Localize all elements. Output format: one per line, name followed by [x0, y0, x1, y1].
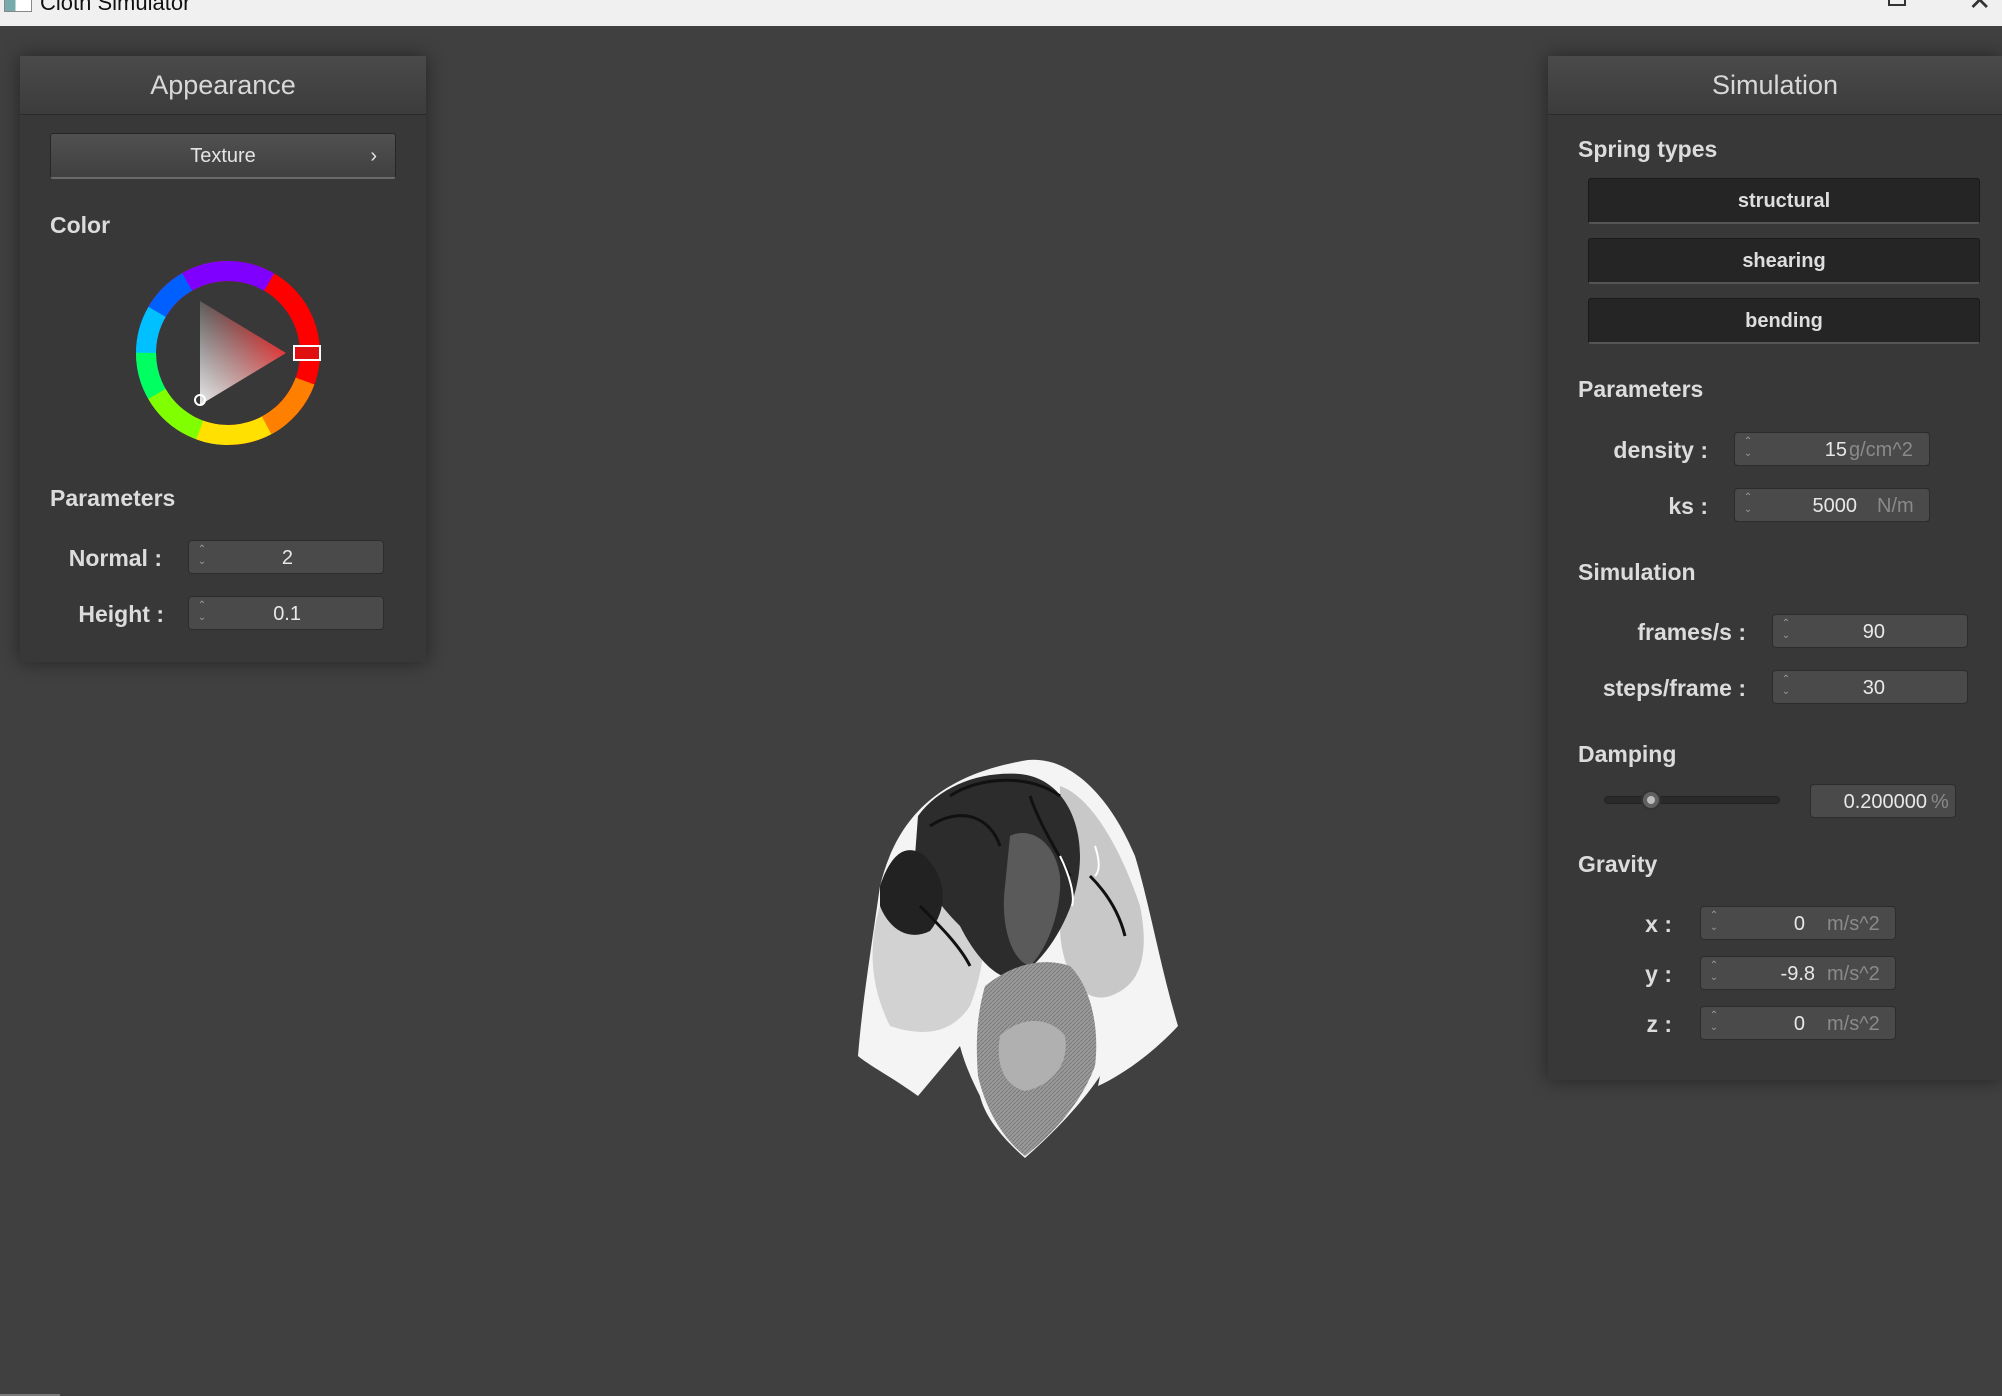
- shearing-button[interactable]: shearing: [1588, 238, 1980, 284]
- density-value: 15: [1824, 439, 1847, 461]
- frames-per-s-spinbox[interactable]: ⌃ ⌄ 90: [1772, 614, 1968, 648]
- height-spinbox[interactable]: ⌃ ⌄ 0.1: [188, 596, 384, 630]
- maximize-icon[interactable]: [1888, 0, 1906, 6]
- gravity-x-spinbox[interactable]: ⌃ ⌄ 0 m/s^2: [1700, 906, 1896, 940]
- title-bar: Cloth Simulator ✕: [0, 0, 2002, 26]
- height-value: 0.1: [273, 603, 301, 625]
- gravity-x-label: x :: [1645, 911, 1672, 937]
- spring-types-title: Spring types: [1578, 136, 1718, 162]
- ks-unit: N/m: [1877, 495, 1914, 517]
- appearance-panel-header[interactable]: Appearance: [20, 56, 426, 115]
- gravity-x-value: 0: [1793, 913, 1805, 935]
- gravity-y-unit: m/s^2: [1827, 963, 1880, 985]
- damping-value: 0.200000: [1843, 791, 1927, 813]
- ks-label: ks :: [1668, 493, 1708, 519]
- damping-field[interactable]: 0.200000 %: [1810, 784, 1956, 818]
- simulation-section-title: Simulation: [1578, 559, 1696, 585]
- frames-per-s-label: frames/s :: [1637, 619, 1746, 645]
- close-icon[interactable]: ✕: [1968, 0, 1991, 17]
- steps-per-frame-spinbox[interactable]: ⌃ ⌄ 30: [1772, 670, 1968, 704]
- gravity-title: Gravity: [1578, 851, 1658, 877]
- app-window-icon: [4, 0, 32, 12]
- gravity-x-unit: m/s^2: [1827, 913, 1880, 935]
- density-spinbox[interactable]: ⌃ ⌄ 15 g/cm^2: [1734, 432, 1930, 466]
- steps-per-frame-value: 30: [1862, 677, 1885, 699]
- gravity-z-unit: m/s^2: [1827, 1013, 1880, 1035]
- gravity-z-label: z :: [1646, 1011, 1672, 1037]
- structural-button[interactable]: structural: [1588, 178, 1980, 224]
- hue-handle[interactable]: [293, 345, 321, 361]
- gravity-y-label: y :: [1645, 961, 1672, 987]
- gravity-z-value: 0: [1793, 1013, 1805, 1035]
- height-label: Height :: [78, 601, 164, 627]
- texture-button[interactable]: Texture ›: [50, 133, 396, 179]
- gravity-y-spinbox[interactable]: ⌃ ⌄ -9.8 m/s^2: [1700, 956, 1896, 990]
- normal-spinbox[interactable]: ⌃ ⌄ 2: [188, 540, 384, 574]
- color-section-title: Color: [50, 212, 111, 238]
- ks-value: 5000: [1812, 495, 1858, 517]
- sim-parameters-title: Parameters: [1578, 376, 1704, 402]
- color-wheel[interactable]: [128, 253, 328, 453]
- simulation-panel-header[interactable]: Simulation: [1548, 56, 2002, 115]
- gravity-y-value: -9.8: [1780, 963, 1815, 985]
- normal-value: 2: [281, 547, 293, 569]
- gravity-z-spinbox[interactable]: ⌃ ⌄ 0 m/s^2: [1700, 1006, 1896, 1040]
- damping-slider-track[interactable]: [1604, 796, 1780, 804]
- damping-slider[interactable]: [1604, 789, 1780, 811]
- density-label: density :: [1613, 437, 1708, 463]
- steps-per-frame-label: steps/frame :: [1602, 675, 1746, 701]
- texture-button-label: Texture: [190, 145, 256, 167]
- normal-label: Normal :: [68, 545, 162, 571]
- damping-slider-handle[interactable]: [1641, 790, 1662, 810]
- window-title: Cloth Simulator: [40, 0, 191, 15]
- appearance-parameters-title: Parameters: [50, 485, 176, 511]
- frames-per-s-value: 90: [1862, 621, 1885, 643]
- damping-unit: %: [1931, 791, 1949, 813]
- bending-button[interactable]: bending: [1588, 298, 1980, 344]
- damping-title: Damping: [1578, 741, 1677, 767]
- ks-spinbox[interactable]: ⌃ ⌄ 5000 N/m: [1734, 488, 1930, 522]
- chevron-right-icon: ›: [370, 145, 377, 167]
- density-unit: g/cm^2: [1849, 439, 1913, 461]
